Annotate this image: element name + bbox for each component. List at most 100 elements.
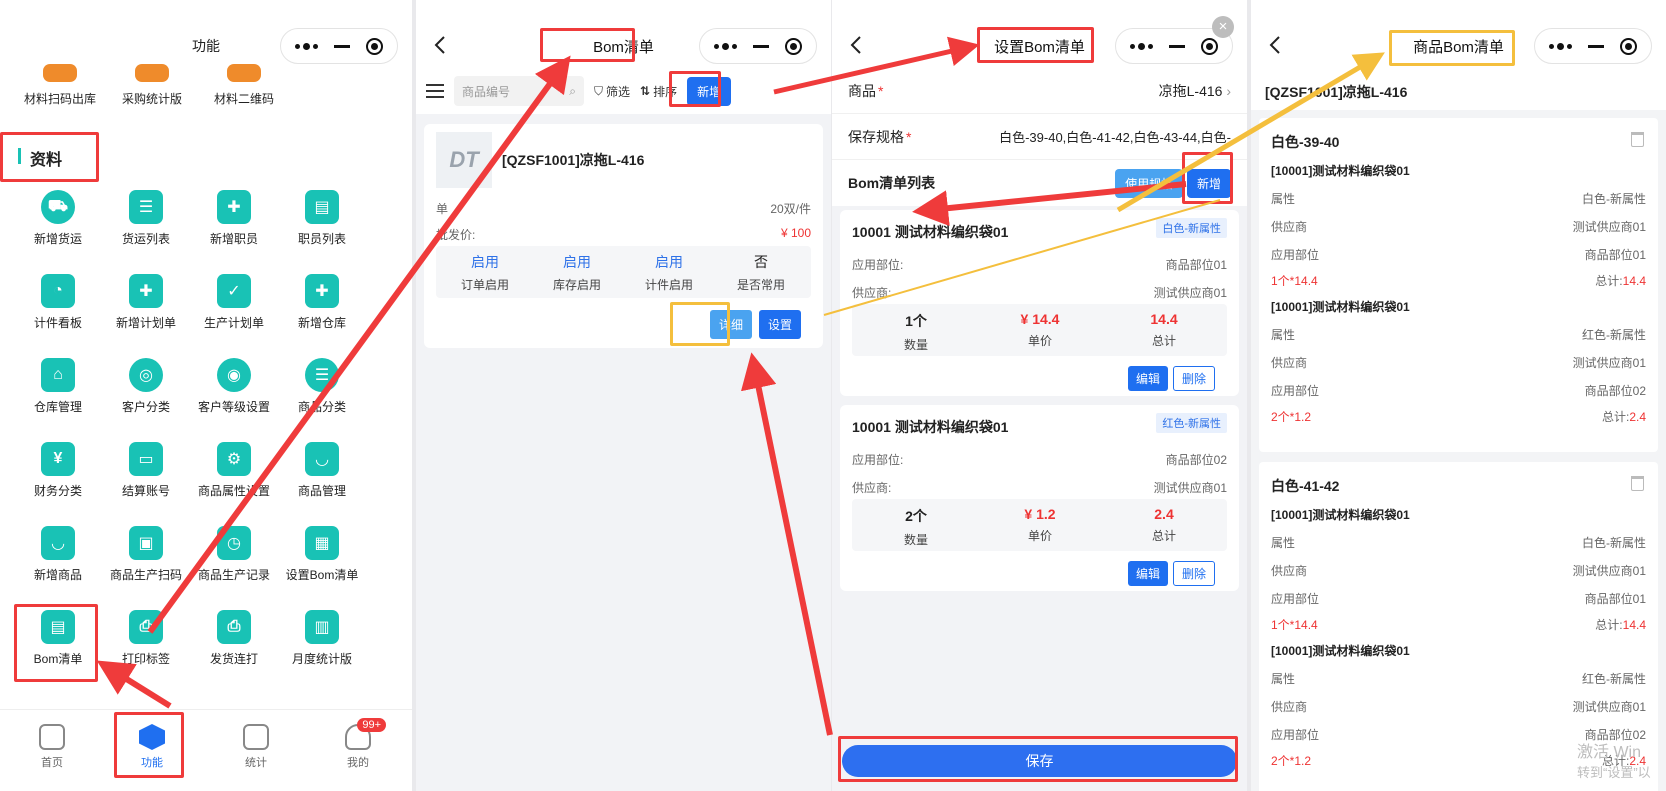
home-icon [39, 724, 65, 750]
edit-button[interactable]: 编辑 [1128, 366, 1169, 391]
function-item[interactable]: ✚ 新增计划单 [100, 274, 192, 331]
function-item[interactable]: ▦ 设置Bom清单 [276, 526, 368, 583]
tab-label: 我的 [347, 757, 369, 769]
function-label: 商品生产记录 [197, 568, 270, 582]
filter-button[interactable]: ⛉ 筛选 [594, 83, 630, 100]
qty-stat: 1个 数量 [856, 311, 976, 353]
total-prefix: 总计: [1601, 410, 1630, 424]
supplier-row: 供应商 测试供应商01 [1271, 354, 1646, 371]
function-label: 货运列表 [121, 232, 170, 246]
tab-mine[interactable]: 我的 99+ [318, 718, 398, 770]
function-item[interactable]: ◡ 商品管理 [276, 442, 368, 499]
delete-button[interactable]: 删除 [1173, 366, 1216, 391]
attr-value: 红色-新属性 [1582, 672, 1646, 686]
function-item[interactable]: ◉ 客户等级设置 [188, 358, 280, 415]
state-row: 启用 订单启用 启用 库存启用 启用 计件启用 否是否常用 [436, 246, 811, 298]
part-value: 商品部位02 [1584, 384, 1646, 398]
close-target-icon[interactable] [785, 37, 802, 55]
function-item[interactable]: ▥ 月度统计版 [276, 610, 368, 667]
more-icon[interactable] [714, 42, 737, 50]
function-item[interactable]: ☰ 商品分类 [276, 358, 368, 415]
function-item[interactable]: ☰ 货运列表 [100, 190, 192, 247]
message-badge: 99+ [357, 718, 386, 732]
product-logo: DT [436, 132, 492, 188]
more-icon[interactable] [295, 42, 318, 50]
total-stat: 14.4 总计 [1104, 311, 1224, 349]
close-target-icon[interactable] [1620, 37, 1637, 55]
function-item[interactable]: ⛟ 新增货运 [12, 190, 104, 247]
attr-tag: 白色-新属性 [1156, 218, 1227, 238]
total-value: 总计:2.4 [1602, 408, 1646, 425]
attr-row: 属性 红色-新属性 [1271, 326, 1646, 343]
function-item[interactable]: ⎙ 打印标签 [100, 610, 192, 667]
close-icon[interactable]: × [1212, 16, 1234, 38]
spec-title: 白色-41-42 [1271, 478, 1340, 494]
bom-item-card[interactable]: 10001 测试材料编织袋01 白色-新属性 应用部位: 商品部位01 供应商: 测试供应… [840, 210, 1239, 396]
function-item[interactable]: ¥ 财务分类 [12, 442, 104, 499]
tab-home[interactable]: 首页 [12, 724, 92, 770]
minimize-icon[interactable] [1588, 44, 1604, 48]
function-item[interactable]: ✚ 新增仓库 [276, 274, 368, 331]
miniapp-capsule[interactable] [1534, 28, 1652, 64]
function-item[interactable]: ✓ 生产计划单 [188, 274, 280, 331]
supplier-value: 测试供应商01 [1572, 564, 1646, 578]
function-item[interactable]: 材料二维码 [198, 64, 290, 107]
function-item[interactable]: ◔ 计件看板 [12, 274, 104, 331]
tab-stats[interactable]: 统计 [216, 724, 296, 770]
function-icon: ◎ [129, 358, 163, 392]
close-target-icon[interactable] [366, 37, 383, 55]
more-icon[interactable] [1549, 42, 1572, 50]
function-label: 仓库管理 [33, 400, 82, 414]
item-name: 10001 测试材料编织袋01 [852, 224, 1009, 240]
attr-label: 属性 [1271, 192, 1296, 206]
function-item[interactable]: ◎ 客户分类 [100, 358, 192, 415]
function-item[interactable]: ⎙ 发货连打 [188, 610, 280, 667]
product-label: 商品 * [848, 81, 883, 101]
function-item[interactable]: ◷ 商品生产记录 [188, 526, 280, 583]
function-item[interactable]: ⌂ 仓库管理 [12, 358, 104, 415]
unit-value: 20双/件 [770, 202, 811, 216]
price-stat: ¥ 14.4 单价 [980, 311, 1100, 349]
trash-icon[interactable] [1631, 476, 1644, 491]
highlight-box [670, 302, 730, 346]
state-label: 是否常用 [736, 278, 785, 292]
setting-button[interactable]: 设置 [759, 310, 802, 339]
menu-icon[interactable] [426, 84, 444, 98]
function-item[interactable]: ▭ 结算账号 [100, 442, 192, 499]
search-icon[interactable]: ⌕ [569, 84, 576, 99]
use-spec-button[interactable]: 使用规格 [1115, 168, 1184, 198]
trash-icon[interactable] [1631, 132, 1644, 147]
qty-label: 数量 [903, 338, 928, 352]
minimize-icon[interactable] [753, 44, 769, 48]
edit-button[interactable]: 编辑 [1128, 561, 1169, 586]
close-target-icon[interactable] [1201, 37, 1218, 55]
minimize-icon[interactable] [1169, 44, 1185, 48]
part-label: 应用部位 [1271, 384, 1320, 398]
product-card[interactable]: DT [QZSF1001]凉拖L-416 单 20双/件 批发价: ¥ 100 启用… [424, 124, 823, 348]
price-value: ¥ 14.4 [1020, 311, 1060, 327]
highlight-box [977, 27, 1094, 63]
delete-button[interactable]: 删除 [1173, 561, 1216, 586]
function-item[interactable]: ✚ 新增职员 [188, 190, 280, 247]
function-item[interactable]: ◡ 新增商品 [12, 526, 104, 583]
bom-item-card[interactable]: 10001 测试材料编织袋01 红色-新属性 应用部位: 商品部位02 供应商: 测试供应… [840, 405, 1239, 591]
search-input[interactable]: 商品编号 ⌕ [454, 76, 584, 106]
supplier-label: 供应商: [852, 286, 892, 300]
attr-label: 属性 [1271, 328, 1296, 342]
qty-row: 2个*1.2 总计:2.4 [1271, 408, 1646, 425]
function-item[interactable]: ▣ 商品生产扫码 [100, 526, 192, 583]
product-field[interactable]: 商品 * 凉拖L-416 › [832, 68, 1247, 114]
minimize-icon[interactable] [334, 44, 350, 48]
function-item[interactable]: 材料扫码出库 [14, 64, 106, 107]
miniapp-capsule[interactable] [699, 28, 817, 64]
miniapp-capsule[interactable] [280, 28, 398, 64]
function-item[interactable]: ▤ 职员列表 [276, 190, 368, 247]
state-common: 否是否常用 [718, 252, 804, 293]
more-icon[interactable] [1130, 42, 1153, 50]
bom-list-panel: Bom清单 商品编号 ⌕ ⛉ 筛选 ⇅ 排序 新增 DT [QZSF1001]凉拖L-… [416, 0, 831, 791]
function-item[interactable]: ⚙ 商品属性设置 [188, 442, 280, 499]
qty-row: 1个*14.4 总计:14.4 [1271, 272, 1646, 289]
function-item[interactable]: 采购统计版 [106, 64, 198, 107]
spec-label-text: 保存规格 [848, 128, 904, 145]
state-label: 库存启用 [552, 278, 601, 292]
